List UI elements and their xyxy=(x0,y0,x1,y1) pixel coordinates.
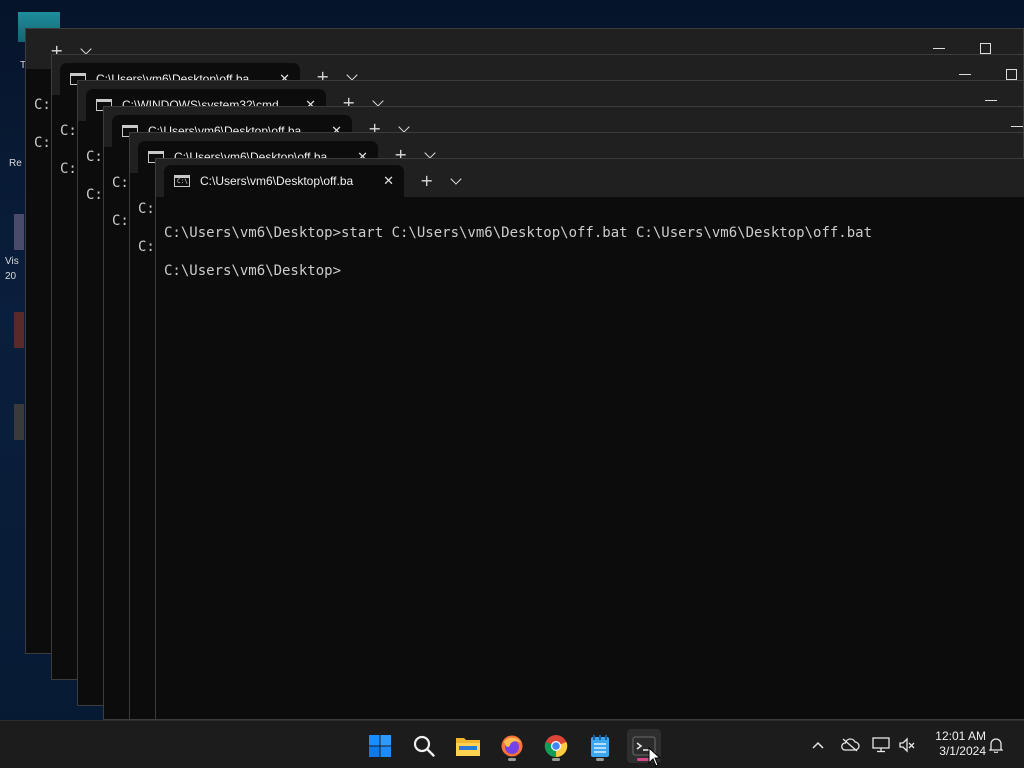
close-icon[interactable]: ✕ xyxy=(383,174,394,189)
maximize-icon[interactable] xyxy=(1004,67,1018,81)
terminal-line: C: xyxy=(86,149,103,165)
notepad-button[interactable] xyxy=(583,729,617,763)
desktop-icon-app[interactable] xyxy=(14,312,24,348)
terminal-line: C: xyxy=(60,161,77,177)
active-terminal-window[interactable]: C:\ C:\Users\vm6\Desktop\off.ba ✕ + C:\U… xyxy=(155,158,1024,720)
tab-dropdown-icon[interactable] xyxy=(424,147,436,159)
desktop-icon-app[interactable] xyxy=(14,404,24,440)
maximize-icon[interactable] xyxy=(978,41,992,55)
firefox-button[interactable] xyxy=(495,729,529,763)
clock-time: 12:01 AM xyxy=(935,729,986,743)
tab-dropdown-icon[interactable] xyxy=(450,173,462,185)
terminal-line: C: xyxy=(112,213,129,229)
tab-dropdown-icon[interactable] xyxy=(372,95,384,107)
tab-dropdown-icon[interactable] xyxy=(398,121,410,133)
chrome-icon xyxy=(544,735,568,758)
file-explorer-icon xyxy=(456,738,480,756)
notifications-button[interactable] xyxy=(986,721,1006,768)
tab-title: C:\Users\vm6\Desktop\off.ba xyxy=(200,174,354,188)
terminal-line: C: xyxy=(34,135,51,151)
chrome-button[interactable] xyxy=(539,729,573,763)
firefox-icon xyxy=(501,735,523,757)
network-tray-button[interactable] xyxy=(870,721,892,768)
show-hidden-icons-button[interactable] xyxy=(808,721,828,768)
terminal-line: C: xyxy=(112,175,129,191)
taskbar: 12:01 AM 3/1/2024 xyxy=(0,720,1024,768)
terminal-line: C: xyxy=(138,239,155,255)
desktop-icon-app[interactable] xyxy=(14,214,24,250)
terminal-line: C: xyxy=(86,187,103,203)
terminal-line: C: xyxy=(34,97,51,113)
desktop-icon-label: 20 xyxy=(5,271,17,282)
minimize-icon[interactable] xyxy=(1010,119,1023,133)
start-button[interactable] xyxy=(363,729,397,763)
file-explorer-button[interactable] xyxy=(451,729,485,763)
running-indicator xyxy=(596,758,604,761)
minimize-icon[interactable] xyxy=(958,67,972,81)
running-indicator xyxy=(508,758,516,761)
tab-active[interactable]: C:\ C:\Users\vm6\Desktop\off.ba ✕ xyxy=(164,165,404,197)
mouse-cursor-icon xyxy=(648,747,662,767)
clock-date: 3/1/2024 xyxy=(939,744,986,758)
bell-icon xyxy=(989,738,1003,753)
minimize-icon[interactable] xyxy=(932,41,946,55)
network-icon xyxy=(872,737,890,753)
cloud-offline-icon xyxy=(841,738,860,752)
search-icon xyxy=(413,735,435,757)
minimize-icon[interactable] xyxy=(984,93,998,107)
running-indicator xyxy=(552,758,560,761)
desktop-icon-label: Vis xyxy=(5,256,19,267)
new-tab-icon[interactable]: + xyxy=(420,173,433,189)
onedrive-tray-button[interactable] xyxy=(838,721,862,768)
tab-dropdown-icon[interactable] xyxy=(80,43,92,55)
desktop-icon-label: Re xyxy=(9,158,22,169)
tab-dropdown-icon[interactable] xyxy=(346,69,358,81)
start-icon xyxy=(369,735,391,757)
title-bar[interactable]: C:\ C:\Users\vm6\Desktop\off.ba ✕ + xyxy=(156,159,1024,197)
search-button[interactable] xyxy=(407,729,441,763)
terminal-line: C: xyxy=(138,201,155,217)
terminal-command-line: C:\Users\vm6\Desktop>start C:\Users\vm6\… xyxy=(164,225,873,241)
clock-button[interactable]: 12:01 AM 3/1/2024 xyxy=(935,729,986,759)
chevron-up-icon xyxy=(812,741,824,749)
cmd-icon: C:\ xyxy=(174,175,190,187)
terminal-line: C: xyxy=(60,123,77,139)
terminal-prompt-line: C:\Users\vm6\Desktop> xyxy=(164,263,342,279)
volume-tray-button[interactable] xyxy=(896,721,918,768)
terminal-output[interactable]: C:\Users\vm6\Desktop>start C:\Users\vm6\… xyxy=(156,197,1024,719)
notepad-icon xyxy=(591,735,609,757)
volume-muted-icon xyxy=(899,737,915,753)
